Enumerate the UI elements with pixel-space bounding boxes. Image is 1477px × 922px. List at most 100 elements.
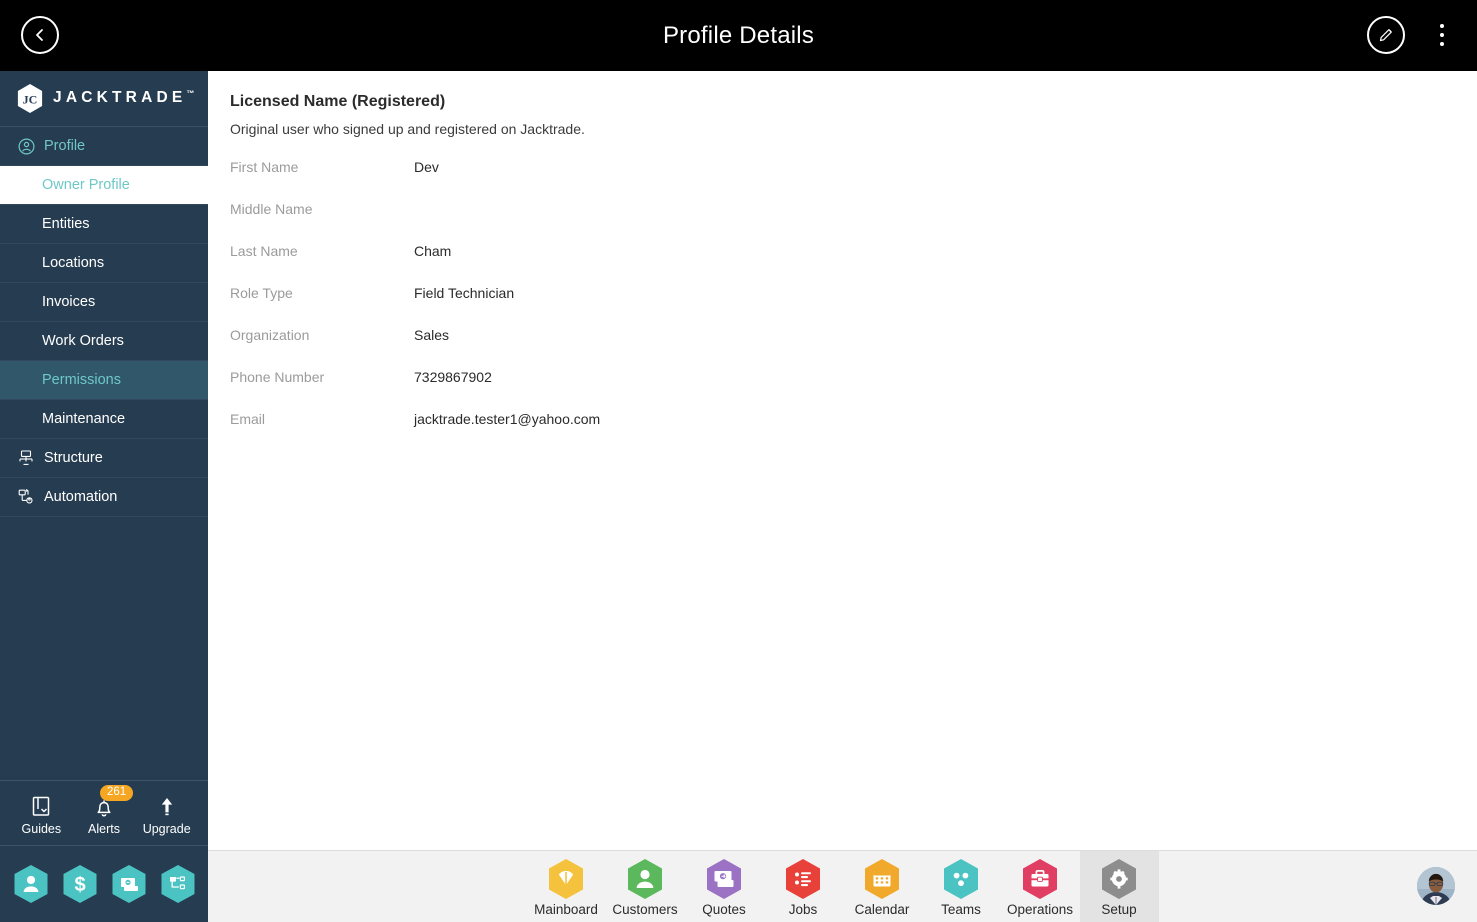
field-value-email: jacktrade.tester1@yahoo.com — [414, 411, 601, 427]
bottom-nav-teams[interactable]: Teams — [922, 851, 1001, 922]
section-title: Licensed Name (Registered) — [230, 93, 446, 110]
field-label-role-type: Role Type — [230, 285, 293, 301]
sidebar-label-structure: Structure — [44, 450, 103, 466]
svg-text:JC: JC — [23, 93, 38, 107]
field-label-organization: Organization — [230, 327, 310, 343]
bottom-nav-quotes[interactable]: Quotes — [685, 851, 764, 922]
bottom-nav-calendar[interactable]: Calendar — [843, 851, 922, 922]
bottom-nav-label-setup: Setup — [1101, 901, 1137, 917]
sidebar: JC JACKTRADE™ Profile Owner Profile Enti… — [0, 71, 208, 922]
bottom-nav-operations[interactable]: Operations — [1001, 851, 1080, 922]
field-row-middle-name: Middle Name — [230, 201, 1477, 243]
sidebar-item-owner-profile[interactable]: Owner Profile — [0, 166, 208, 205]
sidebar-label-work-orders: Work Orders — [42, 333, 124, 349]
kebab-dot — [1440, 42, 1444, 46]
field-label-email: Email — [230, 411, 266, 427]
field-label-phone-number: Phone Number — [230, 369, 325, 385]
sidebar-item-work-orders[interactable]: Work Orders — [0, 322, 208, 361]
sidebar-item-automation[interactable]: Automation — [0, 478, 208, 517]
money-hex-icon[interactable] — [111, 864, 147, 904]
bottom-nav-label-customers: Customers — [612, 901, 678, 917]
field-row-role-type: Role Type Field Technician — [230, 285, 1477, 327]
bottom-nav-label-jobs: Jobs — [788, 901, 818, 917]
upgrade-button[interactable]: Upgrade — [135, 791, 198, 836]
bottom-nav-customers[interactable]: Customers — [606, 851, 685, 922]
sidebar-quick-actions: $ — [0, 846, 208, 922]
sidebar-label-automation: Automation — [44, 489, 118, 505]
field-value-organization: Sales — [414, 327, 450, 343]
sidebar-item-locations[interactable]: Locations — [0, 244, 208, 283]
alerts-button[interactable]: 261 Alerts — [73, 784, 136, 836]
brand-logo[interactable]: JC JACKTRADE™ — [0, 71, 208, 127]
main-content: Licensed Name (Registered) Original user… — [208, 71, 1477, 850]
field-row-organization: Organization Sales — [230, 327, 1477, 369]
upgrade-label: Upgrade — [142, 821, 191, 836]
guides-label: Guides — [21, 821, 62, 836]
pencil-icon — [1379, 29, 1392, 42]
sidebar-item-permissions[interactable]: Permissions — [0, 361, 208, 400]
brand-trademark: ™ — [186, 89, 195, 99]
sidebar-item-entities[interactable]: Entities — [0, 205, 208, 244]
bottom-nav-mainboard[interactable]: Mainboard — [527, 851, 606, 922]
field-value-first-name: Dev — [414, 159, 439, 175]
user-avatar[interactable] — [1417, 867, 1455, 905]
workflow-hex-icon[interactable] — [160, 864, 196, 904]
field-label-middle-name: Middle Name — [230, 201, 313, 217]
app-root: Profile Details JC JACKTRADE™ Profile Ow… — [0, 0, 1477, 922]
sidebar-label-locations: Locations — [42, 255, 105, 271]
sidebar-label-entities: Entities — [42, 216, 90, 232]
section-subtitle: Original user who signed up and register… — [230, 121, 585, 137]
quotes-icon — [704, 857, 744, 901]
bottom-nav-items: Mainboard Customers Quotes Jobs Calendar… — [527, 850, 1159, 922]
operations-icon — [1020, 857, 1060, 901]
jacktrade-hex-logo: JC — [16, 83, 44, 114]
up-arrow-icon — [157, 791, 177, 819]
top-header-bar: Profile Details — [0, 0, 1477, 71]
guides-button[interactable]: Guides — [10, 791, 73, 836]
bottom-nav-label-quotes: Quotes — [702, 901, 746, 917]
customers-icon — [625, 857, 665, 901]
teams-icon — [941, 857, 981, 901]
sidebar-label-permissions: Permissions — [42, 372, 121, 388]
sidebar-item-maintenance[interactable]: Maintenance — [0, 400, 208, 439]
mainboard-icon — [546, 857, 586, 901]
bottom-navigation-bar: Mainboard Customers Quotes Jobs Calendar… — [208, 850, 1477, 922]
jobs-icon — [783, 857, 823, 901]
user-circle-icon — [16, 136, 36, 156]
brand-name: JACKTRADE™ — [53, 89, 194, 107]
bottom-nav-label-calendar: Calendar — [854, 901, 910, 917]
field-row-last-name: Last Name Cham — [230, 243, 1477, 285]
field-value-phone-number: 7329867902 — [414, 369, 492, 385]
person-hex-icon[interactable] — [13, 864, 49, 904]
sidebar-label-maintenance: Maintenance — [42, 411, 126, 427]
field-value-role-type: Field Technician — [414, 285, 515, 301]
sidebar-label-owner-profile: Owner Profile — [42, 177, 130, 193]
alerts-label: Alerts — [88, 821, 120, 836]
field-row-email: Email jacktrade.tester1@yahoo.com — [230, 411, 1477, 453]
bottom-nav-label-teams: Teams — [941, 901, 981, 917]
kebab-dot — [1440, 33, 1444, 37]
calendar-icon — [862, 857, 902, 901]
automation-icon — [16, 487, 36, 507]
dollar-hex-icon[interactable]: $ — [62, 864, 98, 904]
setup-gear-icon — [1099, 857, 1139, 901]
field-label-last-name: Last Name — [230, 243, 298, 259]
bottom-nav-setup[interactable]: Setup — [1079, 850, 1159, 922]
field-row-phone-number: Phone Number 7329867902 — [230, 369, 1477, 411]
field-label-first-name: First Name — [230, 159, 299, 175]
bottom-nav-label-mainboard: Mainboard — [534, 901, 598, 917]
more-options-button[interactable] — [1429, 18, 1455, 52]
sidebar-item-structure[interactable]: Structure — [0, 439, 208, 478]
book-icon — [30, 791, 52, 819]
field-value-last-name: Cham — [414, 243, 452, 259]
bottom-nav-jobs[interactable]: Jobs — [764, 851, 843, 922]
structure-icon — [16, 448, 36, 468]
sidebar-label-profile: Profile — [44, 138, 86, 154]
svg-text:$: $ — [74, 874, 85, 896]
edit-button[interactable] — [1367, 16, 1405, 54]
alerts-badge: 261 — [100, 784, 134, 802]
sidebar-item-invoices[interactable]: Invoices — [0, 283, 208, 322]
sidebar-item-profile[interactable]: Profile — [0, 127, 208, 166]
page-title: Profile Details — [662, 21, 815, 49]
sidebar-tools: Guides 261 Alerts Upgrade — [0, 780, 208, 846]
